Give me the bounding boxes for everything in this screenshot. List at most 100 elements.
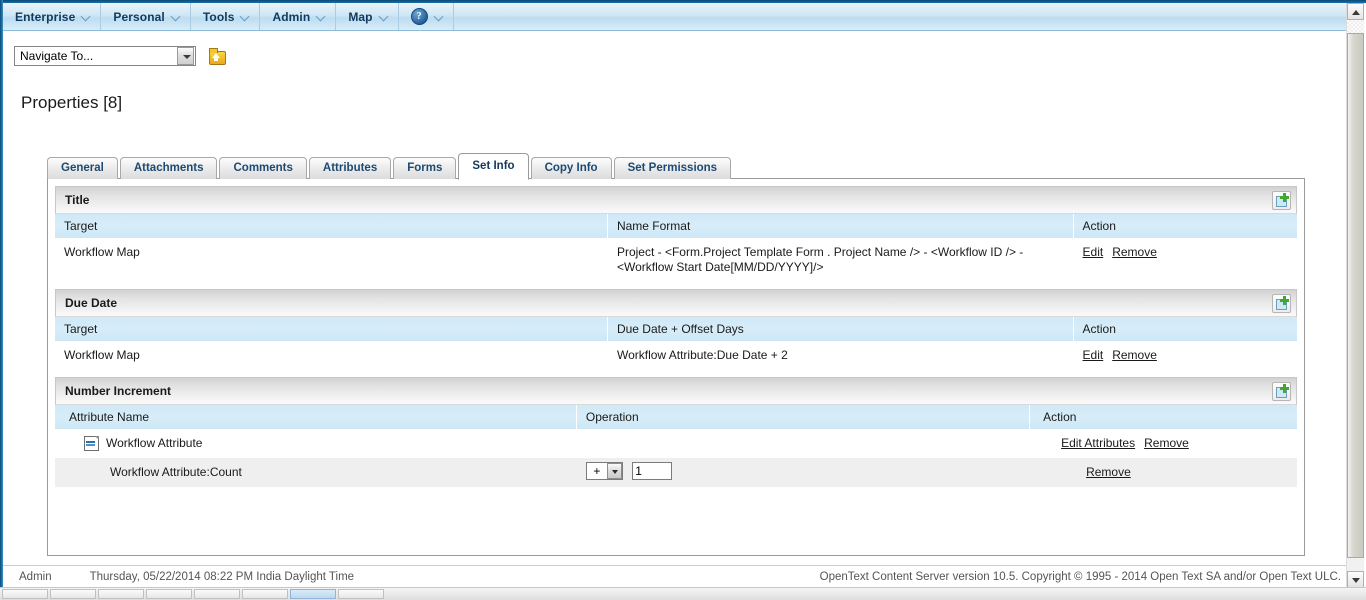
section-header: Due Date [55, 289, 1297, 317]
chevron-down-icon [172, 12, 181, 21]
tab-attachments[interactable]: Attachments [119, 157, 218, 179]
operation-value: + [593, 464, 601, 478]
application-window: Enterprise Personal Tools Admin Map ? Na… [0, 0, 1366, 600]
column-header-action: Action [1073, 317, 1297, 341]
menu-item-help[interactable]: ? [399, 3, 454, 30]
tab-general[interactable]: General [47, 157, 118, 179]
remove-link[interactable]: Remove [1112, 348, 1157, 362]
taskbar-item[interactable] [50, 589, 96, 599]
due-date-table: Target Due Date + Offset Days Action Wor… [55, 317, 1297, 370]
navigate-to-value: Navigate To... [20, 49, 94, 63]
edit-link[interactable]: Edit [1083, 348, 1104, 362]
section-header: Title [55, 186, 1297, 214]
cell-target: Workflow Map [64, 348, 140, 362]
tab-set-permissions[interactable]: Set Permissions [613, 157, 732, 179]
taskbar-item-active[interactable] [290, 589, 336, 599]
footer-timestamp: Thursday, 05/22/2014 08:22 PM India Dayl… [89, 571, 355, 583]
cell-action: Remove [1029, 458, 1297, 487]
tab-forms[interactable]: Forms [393, 157, 457, 179]
table-header-row: Target Name Format Action [55, 214, 1297, 238]
cell-target: Workflow Map [64, 245, 140, 259]
taskbar-item[interactable] [146, 589, 192, 599]
menu-item-personal[interactable]: Personal [101, 3, 191, 30]
increment-amount-input[interactable] [632, 462, 673, 480]
footer-copyright: OpenText Content Server version 10.5. Co… [819, 571, 1341, 583]
scrollbar-thumb[interactable] [1347, 33, 1364, 558]
column-header-action: Action [1073, 214, 1297, 238]
attribute-set-icon [84, 436, 99, 451]
taskbar-item[interactable] [98, 589, 144, 599]
section-heading: Title [65, 193, 90, 207]
cell-action: Edit Remove [1073, 341, 1296, 370]
operation-select[interactable]: + [585, 462, 623, 480]
scroll-down-arrow-icon[interactable] [1347, 571, 1364, 588]
properties-tab-strip: General Attachments Comments Attributes … [47, 153, 733, 180]
menu-label: Personal [113, 9, 165, 24]
table-row: Workflow Map Project - <Form.Project Tem… [55, 238, 1297, 282]
chevron-down-icon [82, 12, 91, 21]
tab-set-info[interactable]: Set Info [458, 153, 529, 180]
column-header-operation: Operation [576, 405, 1031, 429]
set-info-panel: Title Target Name Format Action Workflow… [47, 178, 1305, 556]
section-number-increment: Number Increment Attribute Name Operatio… [55, 377, 1297, 487]
footer-user: Admin [19, 571, 52, 583]
tab-attributes[interactable]: Attributes [308, 157, 392, 179]
page-footer: Admin Thursday, 05/22/2014 08:22 PM Indi… [3, 565, 1347, 588]
tab-comments[interactable]: Comments [219, 157, 307, 179]
menu-label: Enterprise [15, 9, 76, 24]
menu-label: Tools [202, 9, 235, 24]
cell-name-format: Project - <Form.Project Template Form . … [616, 245, 1024, 274]
window-left-border [0, 0, 3, 600]
table-row: Workflow Attribute Edit Attributes Remove [55, 429, 1297, 458]
cell-due-date-offset: Workflow Attribute:Due Date + 2 [616, 348, 788, 362]
tab-copy-info[interactable]: Copy Info [530, 157, 612, 179]
os-taskbar [0, 587, 1366, 600]
vertical-scrollbar[interactable] [1346, 3, 1364, 588]
menu-item-map[interactable]: Map [336, 3, 399, 30]
remove-link[interactable]: Remove [1144, 436, 1189, 450]
add-item-icon[interactable] [1272, 190, 1291, 210]
table-row: Workflow Attribute:Count + Remove [55, 458, 1297, 487]
column-header-target: Target [55, 214, 608, 238]
section-header: Number Increment [55, 377, 1297, 405]
menu-label: Map [348, 9, 373, 24]
global-menu-bar: Enterprise Personal Tools Admin Map ? [3, 3, 1347, 31]
number-increment-table: Attribute Name Operation Action Workflow… [55, 405, 1297, 487]
column-header-name-format: Name Format [607, 214, 1074, 238]
section-title: Title Target Name Format Action Workflow… [55, 186, 1297, 282]
edit-attributes-link[interactable]: Edit Attributes [1061, 436, 1135, 450]
add-item-icon[interactable] [1272, 293, 1291, 313]
chevron-down-icon[interactable] [177, 47, 194, 65]
menu-item-enterprise[interactable]: Enterprise [3, 3, 102, 30]
cell-action: Edit Attributes Remove [1030, 429, 1297, 458]
add-item-icon[interactable] [1272, 381, 1291, 401]
menu-item-admin[interactable]: Admin [260, 3, 337, 30]
section-due-date: Due Date Target Due Date + Offset Days A… [55, 289, 1297, 370]
navigate-toolbar: Navigate To... [14, 46, 226, 66]
scrollbar-track[interactable] [1347, 20, 1364, 33]
folder-up-icon[interactable] [208, 48, 226, 65]
scroll-up-arrow-icon[interactable] [1347, 3, 1364, 20]
remove-link[interactable]: Remove [1112, 245, 1157, 259]
taskbar-item[interactable] [338, 589, 384, 599]
section-heading: Due Date [65, 296, 118, 310]
remove-link[interactable]: Remove [1086, 465, 1131, 479]
cell-attribute-name: Workflow Attribute:Count [55, 458, 577, 487]
taskbar-item[interactable] [242, 589, 288, 599]
cell-action: Edit Remove [1073, 238, 1296, 282]
column-header-target: Target [55, 317, 608, 341]
chevron-down-icon [241, 12, 250, 21]
chevron-down-icon[interactable] [606, 463, 622, 479]
attribute-group-name: Workflow Attribute [106, 436, 203, 450]
section-heading: Number Increment [65, 384, 172, 398]
taskbar-item[interactable] [2, 589, 48, 599]
menu-item-tools[interactable]: Tools [191, 3, 261, 30]
menu-label: Admin [272, 9, 311, 24]
title-table: Target Name Format Action Workflow Map P… [55, 214, 1297, 282]
chevron-down-icon [435, 12, 444, 21]
navigate-to-select[interactable]: Navigate To... [14, 46, 196, 66]
table-row: Workflow Map Workflow Attribute:Due Date… [55, 341, 1297, 370]
edit-link[interactable]: Edit [1083, 245, 1104, 259]
column-header-action: Action [1029, 405, 1297, 429]
taskbar-item[interactable] [194, 589, 240, 599]
